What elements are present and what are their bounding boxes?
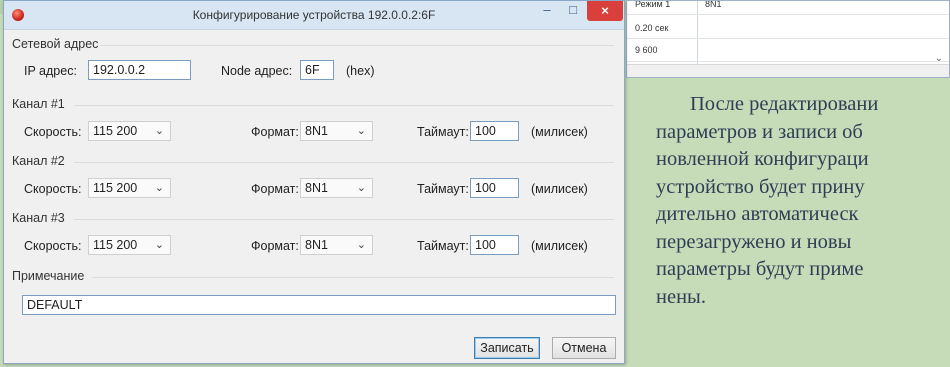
group-divider: [74, 219, 614, 220]
channel-3-group-label: Канал #3: [12, 211, 65, 225]
chevron-down-icon: ⌄: [356, 125, 366, 137]
save-button[interactable]: Записать: [474, 337, 540, 359]
ip-address-input[interactable]: [88, 60, 191, 80]
channel-2-timeout-input[interactable]: [470, 178, 519, 198]
note-group-label: Примечание: [12, 269, 85, 283]
grid-cell: 9 600: [635, 45, 658, 55]
channel-2-timeout-unit: (милисек): [531, 182, 588, 196]
close-button[interactable]: ×: [587, 1, 623, 21]
paragraph-line: новленной конфигураци: [656, 148, 869, 170]
group-divider: [100, 45, 614, 46]
channel-2-speed-select[interactable]: 115 200 ⌄: [88, 178, 171, 198]
channel-3-speed-label: Скорость:: [24, 239, 82, 253]
channel-3-timeout-unit: (милисек): [531, 239, 588, 253]
channel-1-timeout-unit: (милисек): [531, 125, 588, 139]
channel-1-timeout-input[interactable]: [470, 121, 519, 141]
group-divider: [92, 277, 614, 278]
node-address-label: Node адрес:: [221, 64, 293, 78]
grid-cell: 0.20 сек: [635, 23, 669, 33]
paragraph-line: параметров и записи об: [656, 120, 863, 143]
node-address-input[interactable]: [300, 60, 334, 80]
channel-3-speed-select[interactable]: 115 200 ⌄: [88, 235, 171, 255]
channel-2-speed-label: Скорость:: [24, 182, 82, 196]
channel-1-format-select[interactable]: 8N1 ⌄: [300, 121, 373, 141]
paragraph-line: параметры будут приме: [656, 258, 864, 280]
paragraph-line: После редактировани: [690, 93, 879, 115]
channel-1-format-value: 8N1: [305, 124, 328, 138]
chevron-down-icon: ⌄: [154, 239, 164, 251]
channel-3-speed-value: 115 200: [93, 238, 138, 252]
title-bar[interactable]: Конфигурирование устройства 192.0.0.2:6F…: [4, 1, 624, 30]
channel-1-timeout-label: Таймаут:: [417, 125, 469, 139]
maximize-button[interactable]: □: [560, 1, 586, 21]
network-group-label: Сетевой адрес: [12, 37, 99, 51]
group-divider: [74, 162, 614, 163]
channel-3-format-value: 8N1: [305, 238, 328, 252]
channel-3-format-label: Формат:: [251, 239, 299, 253]
channel-2-format-value: 8N1: [305, 181, 328, 195]
note-input[interactable]: [22, 295, 616, 315]
grid-cell: Режим 1: [635, 0, 671, 9]
chevron-down-icon: ⌄: [356, 182, 366, 194]
channel-2-format-select[interactable]: 8N1 ⌄: [300, 178, 373, 198]
channel-3-timeout-input[interactable]: [470, 235, 519, 255]
window-title: Конфигурирование устройства 192.0.0.2:6F: [192, 8, 436, 22]
channel-1-speed-select[interactable]: 115 200 ⌄: [88, 121, 171, 141]
paragraph-line: перезагружено и новы: [656, 230, 852, 253]
document-paragraph: После редактировани параметров и записи …: [656, 91, 950, 311]
channel-3-format-select[interactable]: 8N1 ⌄: [300, 235, 373, 255]
channel-2-format-label: Формат:: [251, 182, 299, 196]
cancel-button[interactable]: Отмена: [552, 337, 616, 359]
channel-2-group-label: Канал #2: [12, 154, 65, 168]
minimize-button[interactable]: –: [534, 1, 560, 21]
chevron-down-icon: ⌄: [154, 182, 164, 194]
horizontal-scrollbar[interactable]: [627, 64, 949, 77]
background-data-grid: Режим 1 8N1 0.20 сек 9 600 ⌄: [626, 0, 950, 78]
paragraph-line: нены.: [656, 285, 706, 308]
channel-1-group-label: Канал #1: [12, 97, 65, 111]
channel-3-timeout-label: Таймаут:: [417, 239, 469, 253]
channel-2-speed-value: 115 200: [93, 181, 138, 195]
paragraph-line: устройство будет прину: [656, 175, 865, 198]
paragraph-line: дительно автоматическ: [656, 203, 859, 225]
group-divider: [74, 105, 614, 106]
chevron-down-icon: ⌄: [154, 125, 164, 137]
device-config-dialog: Конфигурирование устройства 192.0.0.2:6F…: [3, 0, 625, 364]
chevron-down-icon: ⌄: [356, 239, 366, 251]
channel-1-speed-value: 115 200: [93, 124, 138, 138]
channel-2-timeout-label: Таймаут:: [417, 182, 469, 196]
ip-address-label: IP адрес:: [24, 64, 77, 78]
channel-1-format-label: Формат:: [251, 125, 299, 139]
chevron-down-icon[interactable]: ⌄: [935, 53, 943, 64]
node-hex-label: (hex): [346, 64, 375, 78]
grid-cell: 8N1: [705, 0, 722, 9]
channel-1-speed-label: Скорость:: [24, 125, 82, 139]
